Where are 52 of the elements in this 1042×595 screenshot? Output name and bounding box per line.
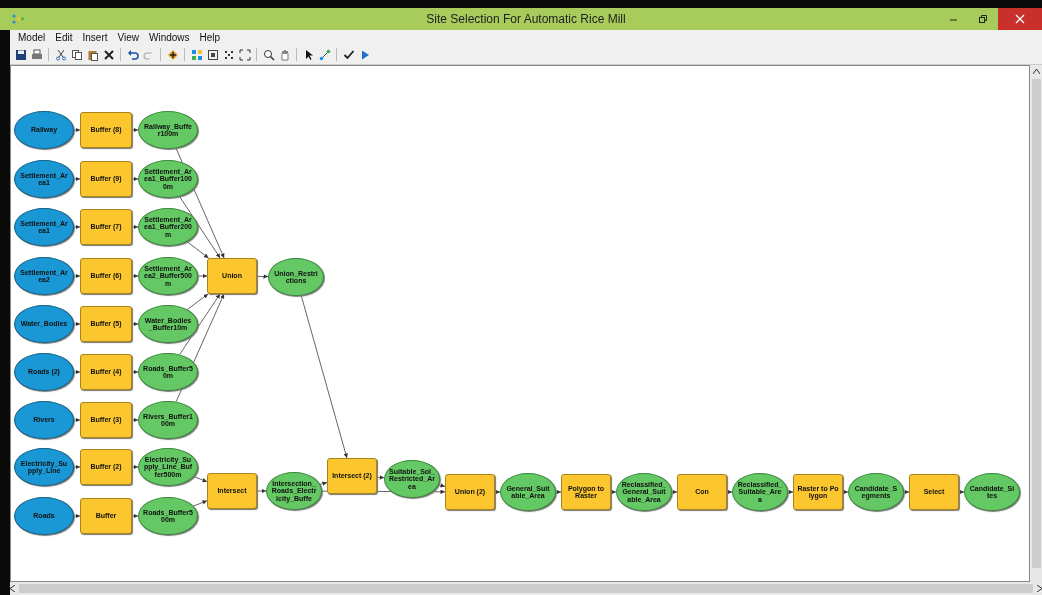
scroll-left-icon[interactable] (10, 582, 15, 595)
connector-arrow (73, 321, 81, 327)
menu-item[interactable]: Insert (78, 32, 114, 43)
connector-arrow (131, 417, 139, 423)
cut-icon[interactable] (54, 47, 67, 62)
connector-arrow (319, 481, 328, 486)
save-icon[interactable] (14, 47, 27, 62)
menu-item[interactable]: Help (195, 32, 227, 43)
close-icon (1015, 14, 1025, 24)
connector-arrow (73, 127, 81, 133)
connector-arrow (726, 489, 733, 495)
delete-icon[interactable] (102, 47, 115, 62)
connector-arrow (73, 273, 81, 279)
connector-arrow (494, 489, 501, 495)
connector-arrow (73, 464, 81, 470)
menu-item[interactable]: Model (14, 32, 52, 43)
connector-arrow (903, 489, 910, 495)
connector-arrow (842, 489, 849, 495)
vertical-scrollbar[interactable] (1030, 65, 1042, 582)
connector-arrow (555, 489, 562, 495)
scroll-right-icon[interactable] (1037, 582, 1042, 595)
full-extent-icon[interactable] (206, 47, 219, 62)
connector-arrow (131, 127, 139, 133)
connector-arrow (73, 224, 81, 230)
menu-item[interactable]: View (113, 32, 145, 43)
connect-icon[interactable] (318, 47, 331, 62)
connector-arrow (73, 176, 81, 182)
connector-arrow (131, 464, 139, 470)
connector-arrow (610, 489, 617, 495)
restore-icon (978, 14, 988, 24)
connector-arrow (958, 489, 965, 495)
menu-item[interactable]: Edit (51, 32, 79, 43)
connector-arrow (787, 489, 794, 495)
horizontal-scrollbar[interactable] (10, 582, 1042, 595)
connector-arrow (131, 176, 139, 182)
connector-arrow (131, 369, 139, 375)
connector-arrow (73, 513, 81, 519)
connector-arrow (131, 513, 139, 519)
window-title: Site Selection For Automatic Rice Mill (425, 12, 626, 26)
connector-arrow (73, 417, 81, 423)
connector-arrow (671, 489, 678, 495)
connector-arrow (131, 273, 139, 279)
print-icon[interactable] (30, 47, 43, 62)
zoom-in-icon[interactable] (262, 47, 275, 62)
connector-arrow (131, 224, 139, 230)
connector-arrow (131, 321, 139, 327)
copy-icon[interactable] (70, 47, 83, 62)
model-icon (12, 14, 24, 24)
add-data-icon[interactable] (166, 47, 179, 62)
connector-arrow (376, 475, 385, 480)
menu-item[interactable]: Windows (145, 32, 196, 43)
connector-arrow (73, 369, 81, 375)
